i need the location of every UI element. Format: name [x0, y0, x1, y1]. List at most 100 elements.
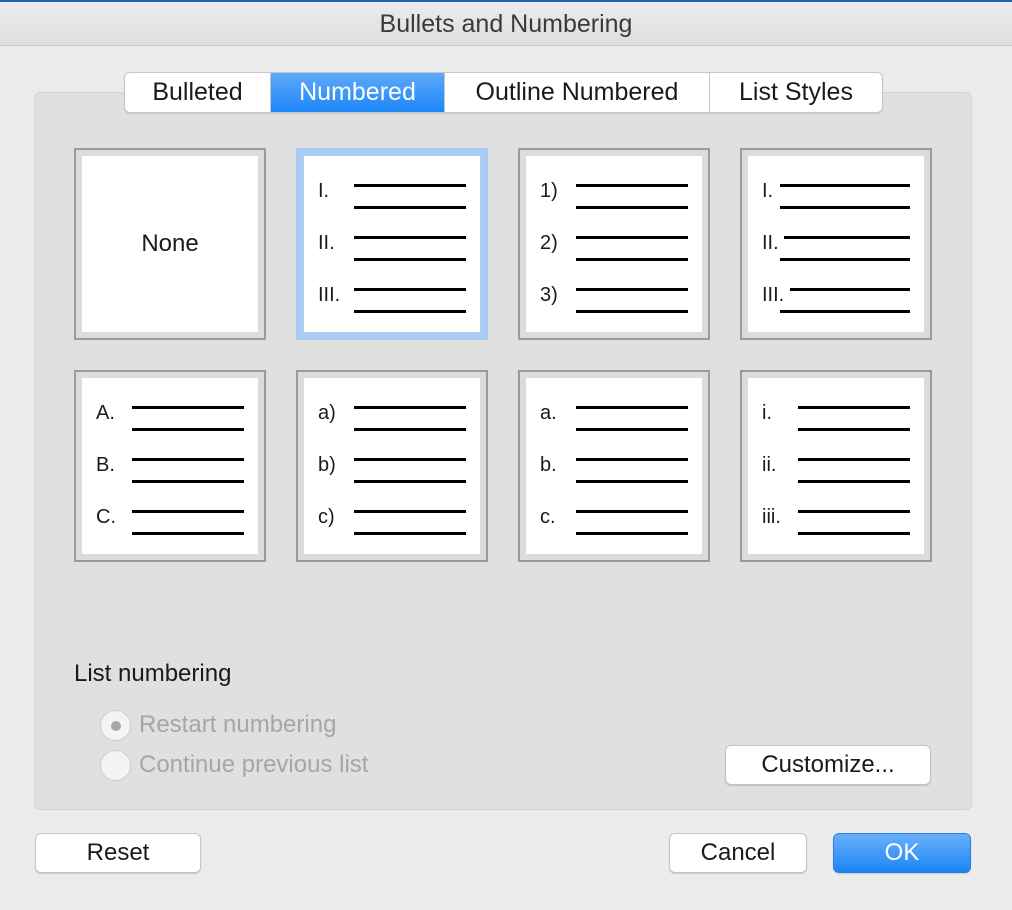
text-line [132, 406, 244, 409]
text-line [798, 406, 910, 409]
text-line [132, 532, 244, 535]
number-label: A. [96, 402, 115, 424]
number-label: C. [96, 506, 116, 528]
cancel-button[interactable]: Cancel [669, 833, 807, 873]
text-line [132, 480, 244, 483]
number-label: B. [96, 454, 115, 476]
style-preview: I. II. III. [304, 156, 480, 332]
reset-button[interactable]: Reset [35, 833, 201, 873]
text-line [132, 428, 244, 431]
number-label: II. [318, 232, 335, 254]
text-line [354, 288, 466, 291]
continue-previous-label: Continue previous list [139, 751, 369, 778]
number-label: II. [762, 232, 779, 254]
text-line [798, 458, 910, 461]
continue-previous-radio[interactable] [100, 749, 131, 781]
restart-numbering-radio[interactable] [100, 709, 131, 741]
number-label: III. [762, 284, 785, 306]
style-tile-alpha-lower[interactable]: a. b. c. [518, 370, 710, 562]
text-line [576, 532, 688, 535]
style-tile-digit-paren[interactable]: 1) 2) 3) [518, 148, 710, 340]
none-label: None [141, 230, 199, 257]
text-line [576, 458, 688, 461]
tab-bulleted[interactable]: Bulleted [125, 73, 271, 112]
number-label: b. [540, 454, 557, 476]
text-line [576, 258, 688, 261]
tab-list-styles[interactable]: List Styles [710, 73, 882, 112]
window-title: Bullets and Numbering [379, 10, 633, 38]
text-line [784, 236, 910, 239]
text-line [576, 206, 688, 209]
number-label: III. [318, 284, 341, 306]
number-label: a) [318, 402, 336, 424]
style-preview: I. II. III. [748, 156, 924, 332]
radio-selected-dot [111, 720, 121, 731]
number-label: i. [762, 402, 772, 424]
text-line [354, 310, 466, 313]
number-label: 3) [540, 284, 558, 306]
number-label: ii. [762, 454, 777, 476]
text-line [798, 480, 910, 483]
customize-button[interactable]: Customize... [725, 745, 931, 785]
text-line [354, 480, 466, 483]
style-preview: A. B. C. [82, 378, 258, 554]
style-preview: i. ii. iii. [748, 378, 924, 554]
text-line [798, 510, 910, 513]
number-label: iii. [762, 506, 781, 528]
title-bar-accent [0, 0, 1012, 2]
text-line [576, 184, 688, 187]
text-line [354, 236, 466, 239]
text-line [576, 236, 688, 239]
tab-numbered[interactable]: Numbered [271, 73, 445, 112]
style-tile-alpha-upper[interactable]: A. B. C. [74, 370, 266, 562]
tab-outline-numbered[interactable]: Outline Numbered [445, 73, 710, 112]
text-line [780, 206, 910, 209]
ok-button[interactable]: OK [833, 833, 971, 873]
title-bar: Bullets and Numbering [0, 0, 1012, 46]
continue-previous-option[interactable]: Continue previous list [100, 749, 368, 781]
number-label: c. [540, 506, 556, 528]
number-label: a. [540, 402, 557, 424]
text-line [798, 428, 910, 431]
style-preview: a. b. c. [526, 378, 702, 554]
text-line [354, 428, 466, 431]
number-label: b) [318, 454, 336, 476]
restart-numbering-option[interactable]: Restart numbering [100, 709, 336, 741]
number-label: I. [318, 180, 330, 202]
number-label: 1) [540, 180, 558, 202]
text-line [798, 532, 910, 535]
text-line [354, 206, 466, 209]
tab-bar: Bulleted Numbered Outline Numbered List … [124, 72, 883, 113]
text-line [354, 406, 466, 409]
text-line [576, 510, 688, 513]
text-line [576, 480, 688, 483]
text-line [780, 258, 910, 261]
style-preview: 1) 2) 3) [526, 156, 702, 332]
number-label: c) [318, 506, 335, 528]
style-preview: None [82, 156, 258, 332]
list-numbering-heading: List numbering [74, 660, 232, 687]
style-tile-roman-upper-tight[interactable]: I. II. III. [740, 148, 932, 340]
text-line [354, 258, 466, 261]
text-line [354, 532, 466, 535]
text-line [790, 288, 910, 291]
style-tile-none[interactable]: None [74, 148, 266, 340]
text-line [132, 510, 244, 513]
style-preview: a) b) c) [304, 378, 480, 554]
number-label: 2) [540, 232, 558, 254]
text-line [576, 428, 688, 431]
style-tile-roman-lower[interactable]: i. ii. iii. [740, 370, 932, 562]
restart-numbering-label: Restart numbering [139, 711, 337, 738]
text-line [576, 288, 688, 291]
text-line [132, 458, 244, 461]
style-tile-alpha-lower-paren[interactable]: a) b) c) [296, 370, 488, 562]
number-label: I. [762, 180, 774, 202]
text-line [354, 510, 466, 513]
style-tile-roman-upper[interactable]: I. II. III. [296, 148, 488, 340]
text-line [354, 458, 466, 461]
text-line [576, 406, 688, 409]
text-line [354, 184, 466, 187]
text-line [576, 310, 688, 313]
text-line [780, 310, 910, 313]
text-line [780, 184, 910, 187]
